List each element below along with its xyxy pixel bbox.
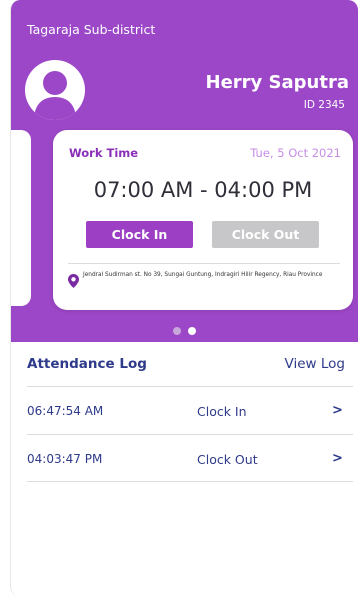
- chevron-right-icon[interactable]: >: [332, 451, 343, 466]
- clock-out-button[interactable]: Clock Out: [212, 221, 319, 248]
- user-name: Herry Saputra: [205, 72, 349, 93]
- user-silhouette-icon: [34, 71, 76, 120]
- log-row-time: 06:47:54 AM: [27, 404, 104, 418]
- work-time-range: 07:00 AM - 04:00 PM: [93, 178, 313, 202]
- previous-card-peek[interactable]: [11, 130, 31, 306]
- district-label: Tagaraja Sub-district: [27, 22, 156, 37]
- pager-dot[interactable]: [173, 327, 181, 335]
- view-log-link[interactable]: View Log: [285, 356, 345, 372]
- work-address: Jendral Sudirman st. No 39, Sungai Guntu…: [83, 272, 323, 278]
- log-row-type: Clock Out: [197, 452, 258, 467]
- clock-in-button[interactable]: Clock In: [86, 221, 193, 248]
- work-date: Tue, 5 Oct 2021: [250, 146, 341, 160]
- carousel-pager[interactable]: [173, 320, 203, 339]
- user-id: ID 2345: [303, 99, 345, 111]
- chevron-right-icon[interactable]: >: [332, 403, 343, 418]
- log-divider: [27, 481, 353, 482]
- work-time-label: Work Time: [69, 146, 139, 160]
- attendance-log-title: Attendance Log: [27, 356, 147, 372]
- log-row-type: Clock In: [197, 404, 247, 419]
- work-time-card: Work Time Tue, 5 Oct 2021 07:00 AM - 04:…: [53, 130, 353, 310]
- pager-dot-active[interactable]: [188, 327, 196, 335]
- location-pin-icon: [68, 274, 79, 288]
- log-divider: [27, 434, 353, 435]
- attendance-log: Attendance Log View Log 06:47:54 AM Cloc…: [11, 342, 358, 596]
- log-divider: [27, 386, 353, 387]
- card-divider: [68, 263, 340, 264]
- profile-header: Tagaraja Sub-district Herry Saputra ID 2…: [11, 0, 358, 342]
- app-screen: Tagaraja Sub-district Herry Saputra ID 2…: [10, 0, 358, 596]
- avatar[interactable]: [25, 60, 85, 120]
- log-row-time: 04:03:47 PM: [27, 452, 103, 466]
